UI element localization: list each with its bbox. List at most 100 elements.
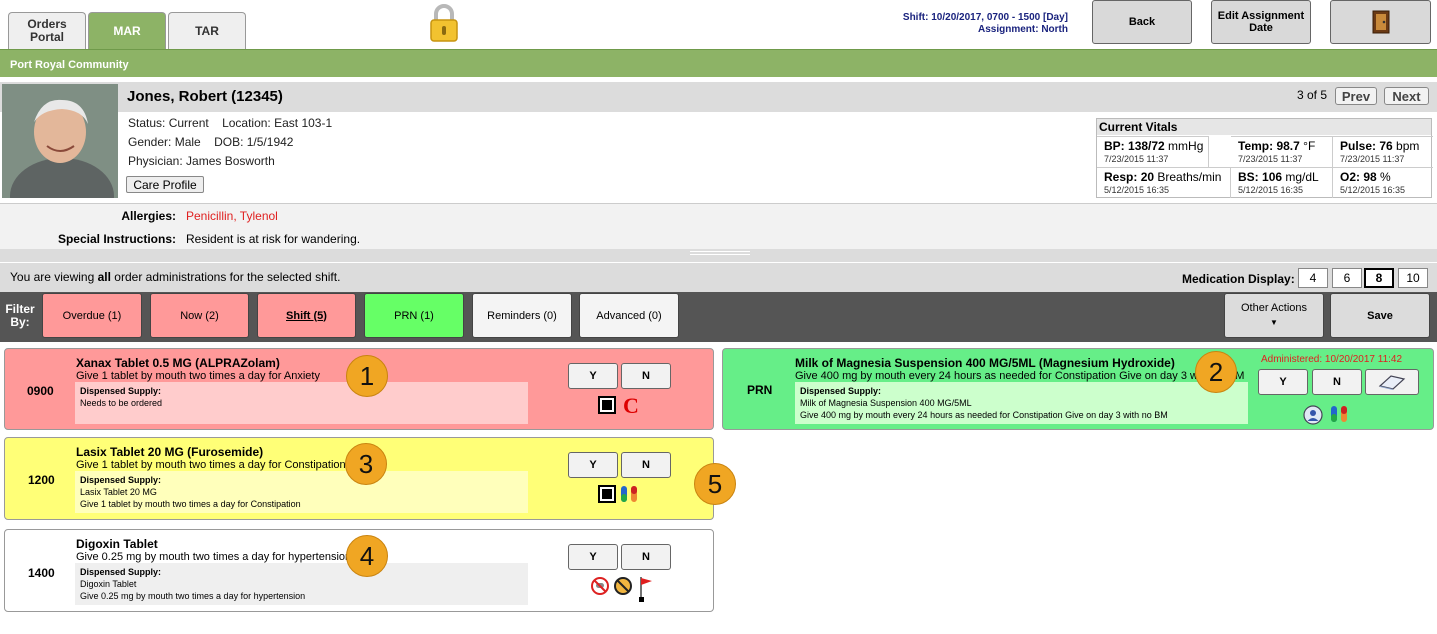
tab-mar[interactable]: MAR — [88, 12, 166, 49]
yes-label: Y — [1279, 376, 1287, 388]
location-label: Location: — [222, 116, 271, 130]
no-food-icon — [614, 577, 632, 595]
no-button[interactable]: N — [621, 544, 671, 570]
eraser-icon — [1378, 375, 1406, 390]
allergies-label: Allergies: — [121, 209, 176, 223]
med-title: Xanax Tablet 0.5 MG (ALPRAZolam) — [76, 356, 280, 370]
dispensed-label: Dispensed Supply: — [800, 386, 882, 396]
exit-button[interactable] — [1330, 0, 1431, 44]
checkbox-icon[interactable] — [598, 396, 616, 414]
tab-label: MAR — [113, 23, 141, 38]
med-time: PRN — [747, 383, 773, 397]
med-display-10[interactable]: 10 — [1398, 268, 1428, 288]
med-instructions: Give 0.25 mg by mouth two times a day fo… — [76, 551, 352, 563]
resp-label: Resp: — [1104, 170, 1138, 184]
bs-date: 5/12/2015 16:35 — [1238, 185, 1304, 195]
callout-marker-3: 3 — [345, 443, 387, 485]
filter-label: Filter By: — [5, 302, 35, 329]
dispensed-supply: Dispensed Supply: Digoxin Tablet Give 0.… — [75, 563, 528, 605]
save-button[interactable]: Save — [1330, 293, 1430, 338]
shift-info: Shift: 10/20/2017, 0700 - 1500 [Day] Ass… — [820, 12, 1068, 36]
o2-label: O2: — [1340, 170, 1361, 184]
special-instructions-value: Resident is at risk for wandering. — [186, 232, 361, 246]
no-label: N — [642, 551, 650, 563]
next-button[interactable]: Next — [1384, 87, 1429, 105]
yes-label: Y — [589, 370, 597, 382]
med-display-6[interactable]: 6 — [1332, 268, 1362, 288]
checkbox-icon[interactable] — [598, 485, 616, 503]
o2-date: 5/12/2015 16:35 — [1340, 185, 1406, 195]
dob-label: DOB: — [214, 135, 244, 149]
filter-prn[interactable]: PRN (1) — [364, 293, 464, 338]
next-label: Next — [1392, 88, 1421, 104]
bs-value: 106 — [1262, 170, 1283, 184]
yes-button[interactable]: Y — [1258, 369, 1308, 395]
prev-button[interactable]: Prev — [1335, 87, 1377, 105]
current-vitals: Current Vitals BP: 138/72 mmHg 7/23/2015… — [1096, 118, 1433, 198]
status-line: Status: Current Location: East 103-1 — [128, 116, 332, 130]
no-button[interactable]: N — [621, 363, 671, 389]
med-display-4[interactable]: 4 — [1298, 268, 1328, 288]
dispensed-line: Needs to be ordered — [80, 398, 163, 408]
patient-pager: 3 of 5 — [1297, 88, 1328, 102]
care-profile-button[interactable]: Care Profile — [126, 176, 204, 193]
filter-shift-label: Shift (5) — [286, 309, 327, 322]
med-title: Digoxin Tablet — [76, 537, 158, 551]
med-time: 0900 — [27, 384, 54, 398]
administered-status: Administered: 10/20/2017 11:42 — [1261, 354, 1403, 365]
yes-button[interactable]: Y — [568, 452, 618, 478]
edit-assignment-date-button[interactable]: Edit Assignment Date — [1211, 0, 1311, 44]
yes-button[interactable]: Y — [568, 544, 618, 570]
med-display-8[interactable]: 8 — [1364, 268, 1394, 288]
tab-tar[interactable]: TAR — [168, 12, 246, 49]
edit-assignment-label: Edit Assignment Date — [1217, 10, 1305, 34]
yes-button[interactable]: Y — [568, 363, 618, 389]
filter-shift[interactable]: Shift (5) — [257, 293, 356, 338]
no-button[interactable]: N — [1312, 369, 1362, 395]
no-button[interactable]: N — [621, 452, 671, 478]
resp-value: 20 — [1140, 170, 1155, 184]
pulse-date: 7/23/2015 11:37 — [1340, 154, 1405, 164]
no-label: N — [642, 370, 650, 382]
facility-bar: Port Royal Community — [0, 49, 1437, 77]
physician-line: Physician: James Bosworth — [128, 154, 275, 168]
person-icon[interactable] — [1303, 405, 1323, 425]
resp-date: 5/12/2015 16:35 — [1104, 185, 1170, 195]
care-profile-label: Care Profile — [133, 177, 197, 192]
back-button[interactable]: Back — [1092, 0, 1192, 44]
resize-divider[interactable] — [0, 249, 1437, 262]
other-actions-button[interactable]: Other Actions ▼ — [1224, 293, 1324, 338]
physician-label: Physician: — [128, 154, 183, 168]
bp-unit: mmHg — [1164, 139, 1204, 153]
patient-avatar — [2, 84, 118, 198]
allergies-value: Penicillin, Tylenol — [186, 209, 278, 223]
tab-label: TAR — [195, 23, 219, 38]
vital-temp: Temp: 98.7 °F 7/23/2015 11:37 — [1231, 136, 1333, 167]
location-value: East 103-1 — [274, 116, 333, 130]
no-pill-icon — [591, 577, 609, 595]
status-label: Status: — [128, 116, 166, 130]
status-value: Current — [168, 116, 209, 130]
dispensed-supply: Dispensed Supply: Lasix Tablet 20 MG Giv… — [75, 471, 528, 513]
caret-down-icon: ▼ — [1270, 318, 1278, 327]
pills-icon — [621, 486, 637, 502]
med-display-option: 4 — [1309, 271, 1317, 285]
filter-reminders-label: Reminders (0) — [487, 309, 557, 322]
filter-now[interactable]: Now (2) — [150, 293, 249, 338]
filter-overdue[interactable]: Overdue (1) — [42, 293, 142, 338]
o2-value: 98 — [1363, 170, 1377, 184]
filter-reminders[interactable]: Reminders (0) — [472, 293, 572, 338]
temp-label: Temp: — [1238, 139, 1274, 153]
vitals-title: Current Vitals — [1097, 119, 1431, 135]
no-label: N — [1333, 376, 1341, 388]
drag-handle-icon — [690, 251, 750, 255]
tab-orders-portal[interactable]: Orders Portal — [8, 12, 86, 49]
filter-overdue-label: Overdue (1) — [62, 309, 122, 322]
eraser-button[interactable] — [1365, 369, 1419, 395]
exit-door-icon — [1372, 10, 1389, 34]
filter-advanced[interactable]: Advanced (0) — [579, 293, 679, 338]
vital-bp: BP: 138/72 mmHg 7/23/2015 11:37 — [1097, 136, 1209, 167]
pulse-label: Pulse: — [1340, 139, 1377, 153]
tab-label: Orders Portal — [27, 17, 67, 44]
vital-resp: Resp: 20 Breaths/min 5/12/2015 16:35 — [1097, 167, 1231, 198]
